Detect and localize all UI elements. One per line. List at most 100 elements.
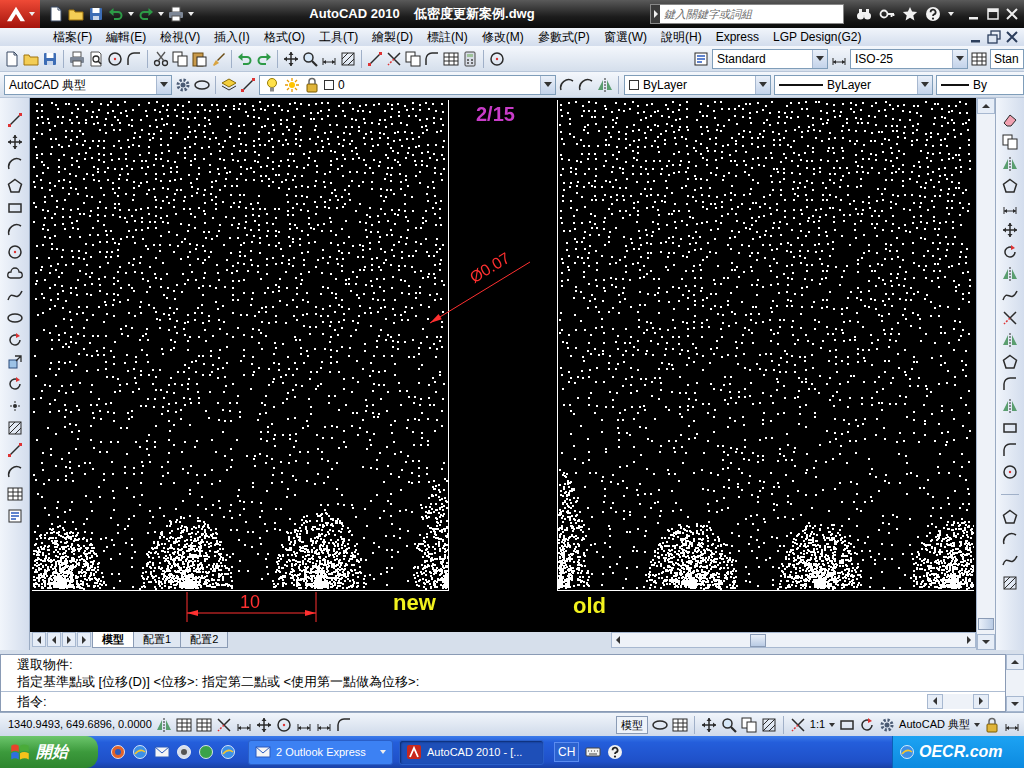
textstyle-icon[interactable] [7, 508, 23, 524]
earc-icon[interactable] [7, 332, 23, 348]
layout-tab[interactable]: 配置1 [133, 632, 181, 648]
moveic-icon[interactable] [1002, 222, 1018, 238]
ducs-icon[interactable] [276, 717, 292, 733]
taskbar-button[interactable]: 2 Outlook Express [248, 740, 393, 765]
zoom-icon[interactable] [302, 51, 318, 67]
moveic-icon[interactable] [701, 717, 717, 733]
qp-icon[interactable] [336, 717, 352, 733]
dropdown-arrow[interactable] [952, 50, 967, 68]
application-menu-button[interactable] [0, 0, 40, 28]
text-style-dropdown[interactable]: Standard [712, 49, 828, 69]
polar-icon[interactable] [216, 717, 232, 733]
wheel-icon[interactable] [741, 717, 757, 733]
workspace-dropdown[interactable]: AutoCAD 典型 [4, 75, 172, 95]
layerprev-icon[interactable] [559, 77, 575, 93]
dim-icon[interactable] [831, 51, 847, 67]
order1-icon[interactable] [1002, 509, 1018, 525]
fillet-icon[interactable] [1002, 442, 1018, 458]
doc-icon[interactable] [4, 51, 20, 67]
kbd-icon[interactable] [585, 744, 601, 760]
zoomprev-icon[interactable] [340, 51, 356, 67]
flag-icon[interactable] [10, 742, 30, 762]
copy2-icon[interactable] [172, 51, 188, 67]
lineweight-dropdown[interactable]: By [936, 75, 1024, 95]
table-style-dropdown[interactable]: Stan [990, 49, 1024, 69]
autocad-logo-icon[interactable] [5, 5, 27, 23]
winclose-icon[interactable] [1004, 29, 1020, 45]
menu-item[interactable]: 格式(O) [257, 28, 312, 46]
layout-tab[interactable]: 配置2 [180, 632, 228, 648]
gridic-icon[interactable] [7, 486, 23, 502]
color-dropdown[interactable]: ByLayer [624, 75, 771, 95]
cloud-icon[interactable] [7, 266, 23, 282]
tab-nav-button[interactable] [62, 632, 76, 647]
pline-icon[interactable] [7, 156, 23, 172]
scroll-thumb[interactable] [750, 634, 766, 647]
layout-tab[interactable]: 模型 [92, 632, 134, 648]
menu-item[interactable]: 檔案(F) [46, 28, 99, 46]
publish-icon[interactable] [126, 51, 142, 67]
order4-icon[interactable] [1002, 575, 1018, 591]
gridic-icon[interactable] [176, 717, 192, 733]
command-input[interactable]: 指令: [1, 691, 1005, 712]
scale-icon[interactable] [1002, 266, 1018, 282]
menu-item[interactable]: 修改(M) [475, 28, 531, 46]
ellipse-icon[interactable] [7, 310, 23, 326]
scroll-up-button[interactable] [977, 98, 995, 114]
help2-icon[interactable] [489, 51, 505, 67]
dropdown-caret[interactable] [829, 723, 835, 727]
menu-item[interactable]: 編輯(E) [99, 28, 153, 46]
palette-icon[interactable] [405, 51, 421, 67]
search-expand-button[interactable] [651, 5, 660, 23]
zoomwin-icon[interactable] [321, 51, 337, 67]
plot-icon[interactable] [107, 51, 123, 67]
paste-icon[interactable] [191, 51, 207, 67]
start-button[interactable]: 開始 [0, 736, 98, 768]
dropdown-arrow[interactable] [540, 76, 555, 94]
gear-icon[interactable] [175, 77, 191, 93]
search-field[interactable] [660, 5, 843, 23]
menu-item[interactable]: 說明(H) [654, 28, 709, 46]
undo-icon[interactable] [237, 51, 253, 67]
textstyle-icon[interactable] [693, 51, 709, 67]
tab-nav-button[interactable] [32, 632, 46, 647]
array-icon[interactable] [1002, 200, 1018, 216]
tab-nav-button[interactable] [77, 632, 91, 647]
winmin-icon[interactable] [966, 6, 982, 22]
sheet-icon[interactable] [424, 51, 440, 67]
trim-icon[interactable] [1002, 310, 1018, 326]
xline-icon[interactable] [7, 134, 23, 150]
calc-icon[interactable] [462, 51, 478, 67]
dropdown-caret[interactable] [158, 12, 164, 16]
tab-nav-button[interactable] [47, 632, 61, 647]
menu-item[interactable]: 工具(T) [312, 28, 365, 46]
dropdown-arrow[interactable] [755, 76, 770, 94]
menu-item[interactable]: 插入(I) [207, 28, 256, 46]
layout1-icon[interactable] [652, 717, 668, 733]
ballblue-icon[interactable] [220, 744, 236, 760]
save-icon[interactable] [88, 6, 104, 22]
break-icon[interactable] [1002, 376, 1018, 392]
ballgrey-icon[interactable] [176, 744, 192, 760]
annovis-icon[interactable] [839, 717, 855, 733]
layer-dropdown[interactable]: 0 [259, 75, 556, 95]
outlook-icon[interactable] [255, 744, 271, 760]
dropdown-caret[interactable] [974, 723, 980, 727]
block-icon[interactable] [7, 376, 23, 392]
layerstate-icon[interactable] [240, 77, 256, 93]
menu-item[interactable]: LGP Design(G2) [766, 28, 868, 46]
rect-icon[interactable] [7, 200, 23, 216]
point-icon[interactable] [7, 398, 23, 414]
copy2-icon[interactable] [1002, 134, 1018, 150]
undo-icon[interactable] [108, 6, 124, 22]
winmax-icon[interactable] [985, 6, 1001, 22]
menu-item[interactable]: 參數式(P) [531, 28, 597, 46]
scroll-down-button[interactable] [977, 634, 995, 650]
prompt-scrollbar[interactable] [927, 694, 989, 709]
insert-icon[interactable] [7, 354, 23, 370]
annoauto-icon[interactable] [859, 717, 875, 733]
layerwalk-icon[interactable] [597, 77, 613, 93]
dropdown-caret[interactable] [948, 12, 954, 16]
otrack-icon[interactable] [256, 717, 272, 733]
dropdown-caret[interactable] [29, 12, 35, 16]
